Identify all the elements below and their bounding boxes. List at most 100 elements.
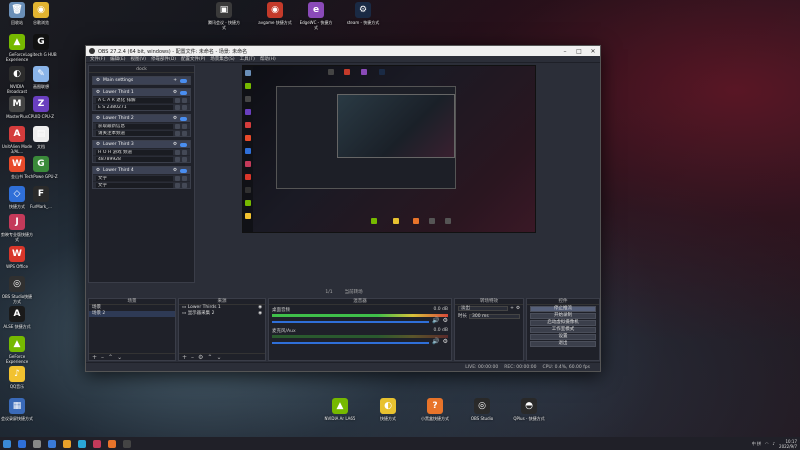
desktop-shortcut[interactable]: ◓ QPlus - 快捷方式 — [512, 398, 546, 421]
lower-third-header[interactable]: ⚙ Lower Third 2 ⚙ — [93, 115, 190, 122]
gear-icon[interactable]: ⚙ — [443, 317, 448, 324]
volume-icon[interactable]: ♪ — [772, 441, 775, 446]
edit-icon[interactable] — [175, 97, 180, 103]
menu-item[interactable]: 编辑(E) — [110, 56, 125, 62]
control-button[interactable]: 设置 — [530, 334, 596, 340]
line2-input[interactable]: 请关注本频道 — [96, 130, 173, 136]
line1-input[interactable]: H O H 游戏 频道 — [96, 149, 173, 155]
taskbar-app-icon[interactable] — [63, 439, 71, 448]
image-icon[interactable] — [182, 149, 187, 155]
desktop-shortcut[interactable]: ▲ GeForce Experience — [0, 336, 34, 364]
gear-icon[interactable]: ⚙ — [516, 306, 520, 311]
desktop-shortcut[interactable]: G Logitech G HUB — [24, 34, 58, 57]
desktop-shortcut[interactable]: ◎ OBS Studio快捷方式 — [0, 276, 34, 304]
add-icon[interactable]: + — [182, 354, 187, 361]
image-icon[interactable] — [182, 156, 187, 162]
edit-icon[interactable] — [175, 104, 180, 110]
desktop-shortcut[interactable]: ◉ avgame 快捷方式 — [258, 2, 292, 25]
desktop-shortcut[interactable]: G TechPowe GPU-Z — [24, 156, 58, 179]
menu-item[interactable]: 工具(T) — [240, 56, 255, 62]
speaker-icon[interactable]: 🔊 — [432, 338, 439, 345]
gear-icon[interactable]: ⚙ — [198, 354, 203, 361]
desktop-shortcut[interactable]: ▣ 腾讯会议 - 快捷方式 — [207, 2, 241, 30]
desktop-shortcut[interactable]: ? 小黑盒快捷方式 — [418, 398, 452, 421]
image-icon[interactable] — [182, 104, 187, 110]
wifi-icon[interactable]: ◠ — [765, 441, 769, 446]
volume-slider[interactable] — [272, 320, 430, 323]
control-button[interactable]: 停止推流 — [530, 306, 596, 312]
image-icon[interactable] — [182, 130, 187, 136]
add-icon[interactable]: + — [173, 78, 177, 83]
line1-input[interactable]: A C A R 退化 排解 — [96, 97, 173, 103]
line2-input[interactable]: E S 2380271 — [96, 104, 173, 110]
desktop-shortcut[interactable]: ▤ 文档 — [24, 126, 58, 149]
desktop-shortcut[interactable]: ◉ 谷歌浏览 — [24, 2, 58, 25]
desktop-shortcut[interactable]: ◎ OBS Studio — [465, 398, 499, 421]
scene-item[interactable]: 场景 2 — [89, 311, 175, 317]
settings-icon[interactable]: ⚙ — [173, 90, 177, 95]
menu-item[interactable]: 场景集合(S) — [210, 56, 234, 62]
menu-item[interactable]: 停靠部件(D) — [151, 56, 176, 62]
edit-icon[interactable] — [175, 149, 180, 155]
transition-select[interactable]: 淡出 — [458, 306, 509, 311]
main-settings-header[interactable]: ⚙ Main settings + — [93, 77, 190, 84]
remove-icon[interactable]: – — [101, 354, 104, 361]
duration-input[interactable]: 300 ms — [469, 313, 520, 319]
image-icon[interactable] — [182, 182, 187, 188]
edit-icon[interactable] — [175, 156, 180, 162]
main-settings-toggle[interactable] — [180, 78, 187, 83]
add-icon[interactable]: + — [92, 354, 97, 361]
control-button[interactable]: 退出 — [530, 341, 596, 347]
image-icon[interactable] — [182, 97, 187, 103]
desktop-shortcut[interactable]: e EdgeWC - 快捷方式 — [299, 2, 333, 30]
taskbar-app-icon[interactable] — [108, 439, 116, 448]
line1-input[interactable]: 文字 — [96, 175, 173, 181]
control-button[interactable]: 工作室模式 — [530, 327, 596, 333]
menu-item[interactable]: 文件(F) — [90, 56, 105, 62]
taskbar-app-icon[interactable] — [78, 439, 86, 448]
edit-icon[interactable] — [175, 123, 180, 129]
edit-icon[interactable] — [175, 182, 180, 188]
taskbar-app-icon[interactable] — [93, 439, 101, 448]
lower-third-header[interactable]: ⚙ Lower Third 3 ⚙ — [93, 141, 190, 148]
gear-icon[interactable]: ⚙ — [443, 338, 448, 345]
start-icon[interactable] — [3, 439, 11, 448]
taskbar-app-icon[interactable] — [48, 439, 56, 448]
remove-icon[interactable]: – — [191, 354, 194, 361]
settings-icon[interactable]: ⚙ — [173, 116, 177, 121]
down-icon[interactable]: ⌄ — [216, 354, 221, 361]
taskbar-app-icon[interactable] — [18, 439, 26, 448]
settings-icon[interactable]: ⚙ — [173, 142, 177, 147]
edit-icon[interactable] — [175, 130, 180, 136]
edit-icon[interactable] — [175, 175, 180, 181]
desktop-shortcut[interactable]: J 剪映专业版快捷方式 — [0, 214, 34, 242]
control-button[interactable]: 启动虚拟摄像机 — [530, 320, 596, 326]
image-icon[interactable] — [182, 123, 187, 129]
lower-third-header[interactable]: ⚙ Lower Third 4 ⚙ — [93, 167, 190, 174]
ime-indicator[interactable]: 中 拼 — [752, 441, 761, 447]
add-icon[interactable]: + — [510, 306, 514, 311]
lower-third-toggle[interactable] — [180, 142, 187, 147]
desktop-shortcut[interactable]: ♪ QQ音乐 — [0, 366, 34, 389]
close-icon[interactable]: ✕ — [586, 48, 600, 55]
menu-item[interactable]: 视图(V) — [130, 56, 146, 62]
line2-input[interactable]: 文字 — [96, 182, 173, 188]
minimize-icon[interactable]: – — [558, 48, 572, 55]
lower-third-toggle[interactable] — [180, 168, 187, 173]
desktop-shortcut[interactable]: F FurMark_... — [24, 186, 58, 209]
menu-item[interactable]: 帮助(H) — [260, 56, 276, 62]
desktop-shortcut[interactable]: ✎ 画图联想 — [24, 66, 58, 89]
desktop-shortcut[interactable]: ▦ 会议录屏快捷方式 — [0, 398, 34, 421]
taskbar-app-icon[interactable] — [123, 439, 131, 448]
up-icon[interactable]: ⌃ — [108, 354, 113, 361]
clock[interactable]: 10:17 2022/9/7 — [779, 439, 797, 449]
desktop-shortcut[interactable]: W WPS Office — [0, 246, 34, 269]
lower-third-toggle[interactable] — [180, 90, 187, 95]
desktop-shortcut[interactable]: ⚙ steam - 快捷方式 — [346, 2, 380, 25]
line2-input[interactable]: 48789928 — [96, 156, 173, 162]
source-item[interactable]: ▭ 显示器采集 2 ◉ — [179, 311, 265, 317]
desktop-shortcut[interactable]: A ALSE 快捷方式 — [0, 306, 34, 329]
desktop-shortcut[interactable]: ◐ 快捷方式 — [371, 398, 405, 421]
menu-item[interactable]: 配置文件(P) — [181, 56, 205, 62]
preview-canvas[interactable] — [242, 65, 536, 233]
